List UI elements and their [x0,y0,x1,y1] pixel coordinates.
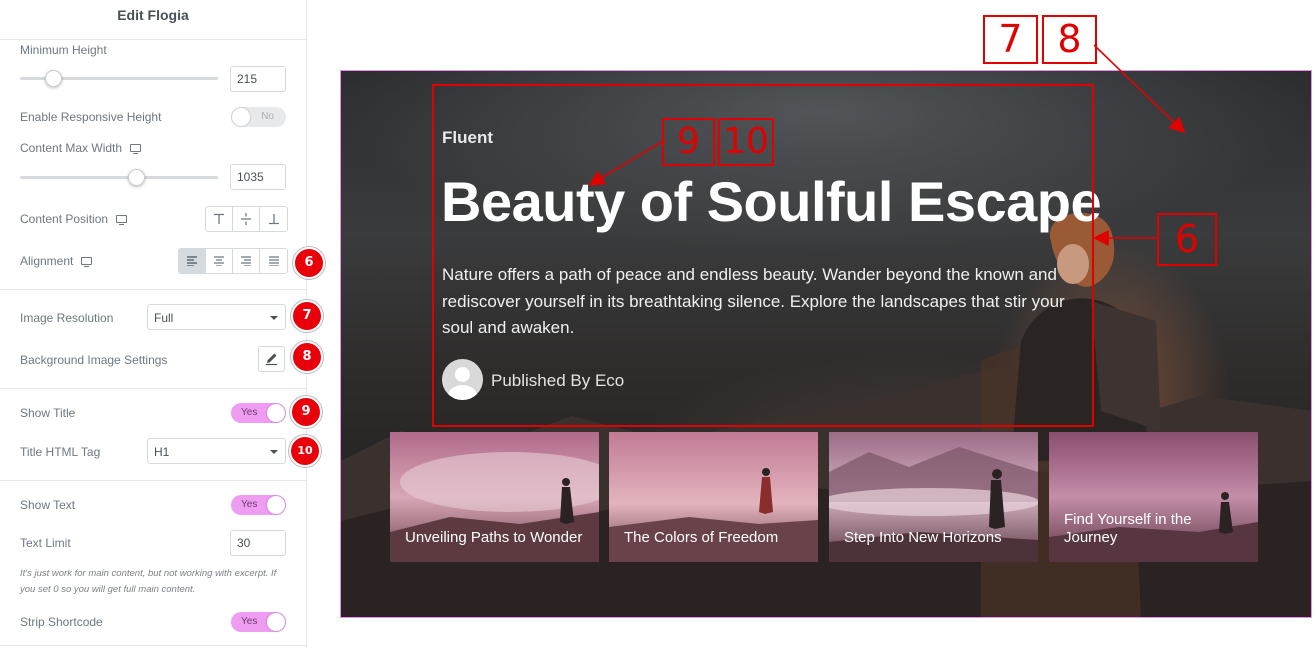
align-justify-button[interactable] [260,249,287,273]
card-title[interactable]: Step Into New Horizons [844,529,1029,547]
toggle-text: Yes [241,499,258,510]
image-resolution-value: Full [154,311,174,325]
min-height-input[interactable]: 215 [230,66,286,92]
toggle-text: Yes [241,407,258,418]
show-text-toggle[interactable]: Yes [231,495,286,515]
text-limit-input[interactable]: 30 [230,530,286,556]
toggle-knob [267,404,285,422]
bottom-icon [268,214,279,225]
desktop-icon[interactable] [116,215,128,226]
divider [0,388,306,389]
image-resolution-select[interactable]: Full [147,304,286,330]
align-right-icon [241,256,251,266]
content-max-width-label: Content Max Width [20,141,142,155]
annotation-label: 8 [1042,15,1097,64]
toggle-text: No [261,111,274,122]
panel-title: Edit Flogia [117,7,189,23]
min-height-label: Minimum Height [20,43,107,57]
content-position-text: Content Position [20,212,109,226]
content-max-width-text: Content Max Width [20,141,123,155]
strip-shortcode-label: Strip Shortcode [20,615,103,629]
toggle-knob [232,108,250,126]
align-left-button[interactable] [179,249,206,273]
show-text-label: Show Text [20,498,76,512]
middle-icon [241,213,251,225]
align-center-button[interactable] [206,249,233,273]
align-left-icon [187,256,197,266]
divider [0,480,306,481]
pencil-icon [266,353,277,366]
min-height-slider-thumb[interactable] [45,70,62,87]
image-resolution-label: Image Resolution [20,311,114,325]
annotation-label: 9 [662,118,715,166]
align-justify-icon [268,256,279,266]
responsive-height-toggle[interactable]: No [231,107,286,127]
text-limit-label: Text Limit [20,536,71,550]
desktop-icon[interactable] [81,257,93,268]
divider [0,645,306,646]
annotation-label: 6 [1157,213,1217,266]
text-limit-note: It's just work for main content, but not… [20,568,277,595]
title-tag-label: Title HTML Tag [20,445,101,459]
step-badge-6: 6 [293,247,325,279]
toggle-knob [267,496,285,514]
show-title-toggle[interactable]: Yes [231,403,286,423]
align-right-button[interactable] [233,249,260,273]
panel-header: Edit Flogia [0,0,306,40]
thumbnail-card[interactable]: Unveiling Paths to Wonder [390,432,599,562]
content-width-slider[interactable] [20,176,218,179]
chevron-down-icon [270,450,278,454]
alignment-group [178,248,288,274]
alignment-text: Alignment [20,254,74,268]
step-badge-7: 7 [291,300,323,332]
alignment-label: Alignment [20,254,93,268]
bg-image-settings-label: Background Image Settings [20,353,168,367]
editor-panel: Edit Flogia Minimum Height 215 Enable Re… [0,0,307,648]
content-width-input[interactable]: 1035 [230,164,286,190]
toggle-text: Yes [241,616,258,627]
thumbnail-card[interactable]: Step Into New Horizons [829,432,1038,562]
thumbnail-card[interactable]: Find Yourself in the Journey [1049,432,1258,562]
title-tag-value: H1 [154,445,170,459]
step-badge-9: 9 [290,396,322,428]
card-title[interactable]: Unveiling Paths to Wonder [405,529,590,547]
annotation-label: 10 [718,118,774,166]
step-badge-10: 10 [289,435,321,467]
thumbnail-card[interactable]: The Colors of Freedom [609,432,818,562]
align-bottom-button[interactable] [260,207,287,231]
step-badge-8: 8 [291,341,323,373]
desktop-icon[interactable] [130,144,142,155]
bg-image-settings-edit-button[interactable] [258,346,285,372]
toggle-knob [267,613,285,631]
annotation-label: 7 [983,15,1038,64]
chevron-down-icon [270,316,278,320]
content-position-group [205,206,288,232]
content-width-slider-thumb[interactable] [128,169,145,186]
card-title[interactable]: Find Yourself in the Journey [1064,511,1249,547]
show-title-label: Show Title [20,406,76,420]
content-position-label: Content Position [20,212,128,226]
title-tag-select[interactable]: H1 [147,438,286,464]
divider [0,289,306,290]
strip-shortcode-toggle[interactable]: Yes [231,612,286,632]
card-title[interactable]: The Colors of Freedom [624,529,809,547]
align-top-button[interactable] [206,207,233,231]
responsive-height-label: Enable Responsive Height [20,110,162,124]
align-middle-button[interactable] [233,207,260,231]
align-center-icon [214,256,224,266]
top-icon [214,213,224,224]
